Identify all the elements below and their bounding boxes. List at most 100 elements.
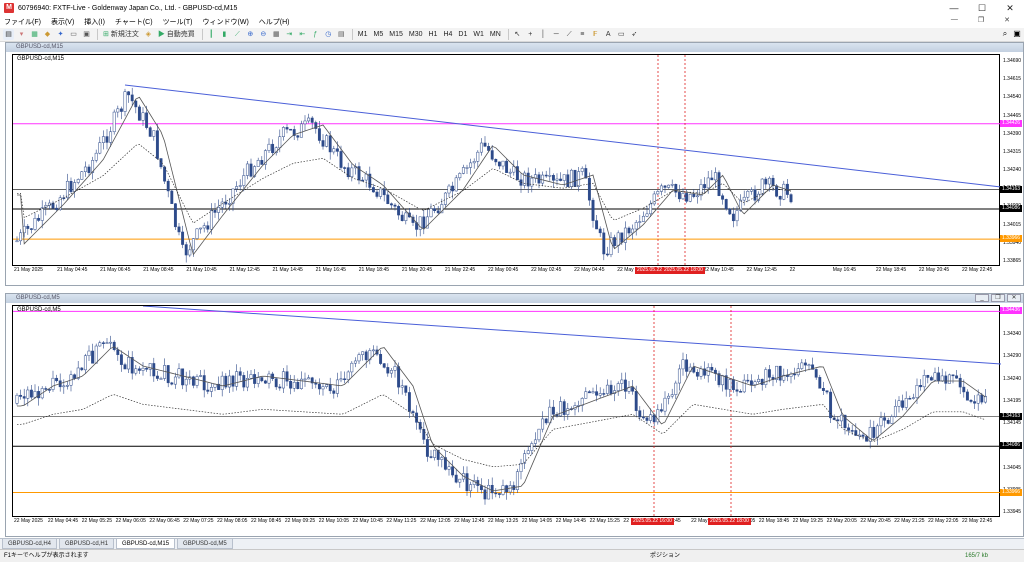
minimize-button[interactable]: —	[940, 0, 968, 16]
candle	[109, 341, 113, 344]
menu-help[interactable]: ヘルプ(H)	[259, 17, 290, 27]
timeframe-h1-button[interactable]: H1	[427, 29, 440, 40]
candle	[641, 215, 645, 222]
text-tool-icon[interactable]: A	[603, 29, 614, 40]
candle	[332, 148, 336, 153]
mdi-minimize-button[interactable]: —	[951, 16, 958, 24]
candle	[562, 401, 566, 415]
market-watch-icon[interactable]: ▦	[29, 29, 40, 40]
terminal-icon[interactable]: ▭	[68, 29, 79, 40]
status-connection: 165/7 kb	[965, 553, 989, 559]
time-label: 22 May 15:25	[589, 518, 620, 524]
candle	[638, 410, 642, 418]
timeframe-mn-button[interactable]: MN	[488, 29, 503, 40]
new-order-button[interactable]: ⊞ 新規注文	[101, 29, 141, 40]
close-button[interactable]: ✕	[996, 0, 1024, 16]
candle	[839, 414, 843, 422]
cursor-icon[interactable]: ↖	[512, 29, 523, 40]
candle	[433, 208, 437, 211]
tab-gbpusd-m15[interactable]: GBPUSD-cd,M15	[116, 539, 176, 549]
price-chart-m15[interactable]: GBPUSD-cd,M15	[12, 54, 1001, 267]
search-icon[interactable]: ⌕	[1000, 29, 1010, 39]
trendline[interactable]	[142, 306, 1001, 365]
candle	[667, 395, 671, 399]
tab-gbpusd-h1[interactable]: GBPUSD-cd,H1	[59, 539, 115, 549]
mdi-restore-button[interactable]: ❐	[978, 16, 984, 24]
channel-icon[interactable]: ≡	[577, 29, 588, 40]
profiles-icon[interactable]: ▾	[16, 29, 27, 40]
price-chart-m5[interactable]: GBPUSD-cd,M5	[12, 305, 1001, 518]
candle	[886, 420, 890, 424]
timeframe-h4-button[interactable]: H4	[441, 29, 454, 40]
timeframe-m15-button[interactable]: M15	[387, 29, 405, 40]
tab-gbpusd-m5[interactable]: GBPUSD-cd,M5	[177, 539, 233, 549]
tab-gbpusd-h4[interactable]: GBPUSD-cd,H4	[2, 539, 58, 549]
menu-view[interactable]: 表示(V)	[51, 17, 74, 27]
arrows-tool-icon[interactable]: ➶	[629, 29, 640, 40]
menu-file[interactable]: ファイル(F)	[4, 17, 41, 27]
templates-icon[interactable]: ▤	[336, 29, 347, 40]
candle	[299, 123, 303, 138]
panel-icon[interactable]: ▣	[1012, 29, 1022, 39]
menu-chart[interactable]: チャート(C)	[115, 17, 153, 27]
label-tool-icon[interactable]: ▭	[616, 29, 627, 40]
candle	[541, 418, 545, 430]
trendline-icon[interactable]: ⟋	[564, 29, 575, 40]
tile-windows-icon[interactable]: ▦	[271, 29, 282, 40]
candle	[123, 364, 127, 370]
mdi-close-button[interactable]: ✕	[1004, 16, 1010, 24]
menu-window[interactable]: ウィンドウ(W)	[203, 17, 249, 27]
bar-chart-icon[interactable]: ┃	[206, 29, 217, 40]
timeframe-m1-button[interactable]: M1	[356, 29, 370, 40]
zoom-out-icon[interactable]: ⊖	[258, 29, 269, 40]
candle	[335, 148, 339, 152]
fibonacci-icon[interactable]: 𝐅	[590, 29, 601, 40]
chart-minimize-button[interactable]: _	[975, 294, 989, 302]
time-label: 22 May 14:45	[555, 518, 587, 524]
chart-close-button[interactable]: ✕	[1007, 294, 1021, 302]
time-scale-m15[interactable]: 21 May 2025 21 May 04:45 21 May 06:45 21 Ma…	[12, 267, 1000, 276]
chart-window-m5[interactable]: GBPUSD-cd,M5 _ ❐ ✕ GBPUSD-cd,M5 1.343901…	[5, 293, 1024, 537]
candle	[116, 108, 120, 113]
candle	[98, 342, 102, 347]
new-chart-icon[interactable]: ▤	[3, 29, 14, 40]
price-scale-m15[interactable]: 1.34690 1.34615 1.34540 1.34465 1.34390 1.343…	[1000, 54, 1024, 266]
chart-shift-icon[interactable]: ⇤	[297, 29, 308, 40]
price-plot-m5[interactable]	[13, 306, 1001, 518]
timeframe-m5-button[interactable]: M5	[372, 29, 386, 40]
metaeditor-icon[interactable]: ◈	[143, 29, 154, 40]
autoscroll-icon[interactable]: ⇥	[284, 29, 295, 40]
candle	[371, 187, 375, 193]
candle	[238, 185, 242, 187]
horizontal-line-icon[interactable]: ─	[551, 29, 562, 40]
price-plot-m15[interactable]	[13, 55, 1001, 267]
candlestick-icon[interactable]: ▮	[219, 29, 230, 40]
menu-tools[interactable]: ツール(T)	[163, 17, 193, 27]
zoom-in-icon[interactable]: ⊕	[245, 29, 256, 40]
candle	[681, 359, 685, 370]
indicators-icon[interactable]: ƒ	[310, 29, 321, 40]
timeframe-m30-button[interactable]: M30	[407, 29, 425, 40]
data-window-icon[interactable]: ◆	[42, 29, 53, 40]
timeframe-w1-button[interactable]: W1	[471, 29, 486, 40]
maximize-button[interactable]: ☐	[968, 0, 996, 16]
timeframe-d1-button[interactable]: D1	[456, 29, 469, 40]
candle	[573, 169, 577, 187]
candle	[814, 369, 818, 378]
chart-restore-button[interactable]: ❐	[991, 294, 1005, 302]
crosshair-icon[interactable]: +	[525, 29, 536, 40]
navigator-icon[interactable]: ✦	[55, 29, 66, 40]
candle	[584, 391, 588, 399]
price-scale-m5[interactable]: 1.343901.343401.342901.342401.341951.341…	[1000, 305, 1024, 517]
menu-insert[interactable]: 挿入(I)	[84, 17, 105, 27]
periods-icon[interactable]: ◷	[323, 29, 334, 40]
line-chart-icon[interactable]: ⟋	[232, 29, 243, 40]
tester-icon[interactable]: ▣	[81, 29, 92, 40]
chart-window-m15[interactable]: GBPUSD-cd,M15 GBPUSD-cd,M15 1.34690 1.346…	[5, 42, 1024, 286]
time-label: 22 May 10:45	[352, 518, 383, 524]
vertical-line-icon[interactable]: │	[538, 29, 549, 40]
trendline[interactable]	[124, 84, 1001, 188]
time-scale-m5[interactable]: 22 May 2025 22 May 04:45 22 May 05:25 22 Ma…	[12, 518, 1000, 527]
candle	[749, 380, 753, 385]
auto-trading-button[interactable]: ▶ 自動売買	[156, 29, 197, 40]
